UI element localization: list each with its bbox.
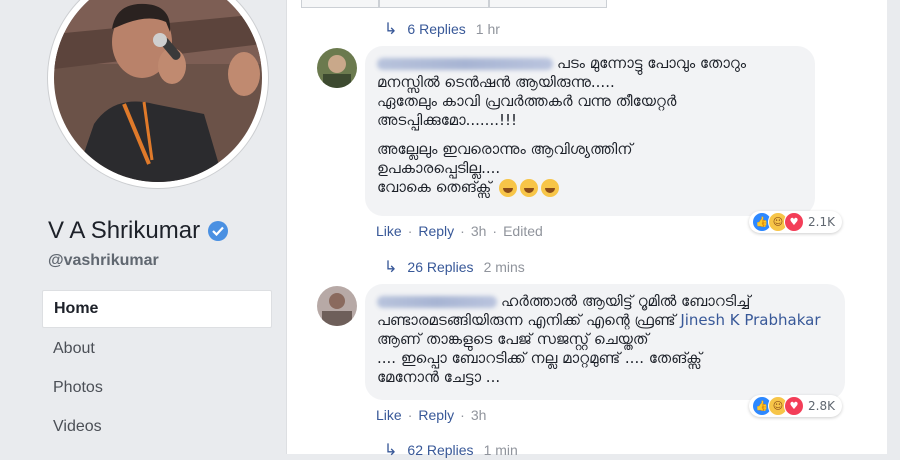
post-action-button[interactable] [379,0,489,8]
profile-handle[interactable]: @vashrikumar [48,252,159,270]
reply-button[interactable]: Reply [418,223,454,239]
reply-arrow-icon: ↳ [384,259,398,276]
comment-time[interactable]: 3h [471,407,487,423]
comment-bubble: പടം മുന്നോട്ടു പോവും തോറും മനസ്സിൽ ടെൻഷൻ… [365,46,815,216]
comment-text: ഏതേലും കാവി പ്രവർത്തകർ വന്നു തീയേറ്റർ [377,92,677,110]
replies-time: 1 min [483,442,518,458]
smile-emoji-icon [541,178,560,197]
reaction-summary[interactable]: 👍 ☺ ♥ 2.8K [749,395,842,417]
nav-item-about[interactable]: About [42,331,272,367]
comment-text: ഹർത്താൽ ആയിട്ട് റൂമിൽ ബോറടിച്ച് [501,292,751,310]
comment-text: ഉപകാരപ്പെടില്ല.... [377,159,501,177]
smile-emoji-icon [499,178,518,197]
nav-item-home[interactable]: Home [42,290,272,328]
replies-time: 1 hr [475,21,500,37]
replies-link[interactable]: ↳ 62 Replies 1 min [384,440,518,460]
reaction-count: 2.1K [808,215,835,229]
comment-text: മനസ്സിൽ ടെൻഷൻ ആയിരുന്നു..... [377,73,615,91]
commenter-avatar[interactable] [317,286,357,326]
commenter-name[interactable] [377,57,553,70]
comment-text: .... ഇപ്പൊ ബോറടിക്ക് നല്ല മാറ്റമുണ്ട് ..… [377,349,702,367]
like-button[interactable]: Like [376,407,402,423]
replies-count[interactable]: 6 Replies [407,21,465,37]
comment-text: ആണ് താങ്കളുടെ പേജ് സജസ്റ്റ് ചെയ്തത് [377,330,649,348]
post-action-button[interactable] [489,0,607,8]
commenter-avatar[interactable] [317,48,357,88]
replies-count[interactable]: 26 Replies [407,259,473,275]
comment-time[interactable]: 3h [471,223,487,239]
nav-item-photos[interactable]: Photos [42,370,272,406]
profile-photo [54,0,262,182]
comment-text: അല്ലേലും ഇവരൊന്നും ആവിശ്യത്തിന് [377,140,633,158]
comment-actions: Like · Reply · 3h [376,407,487,423]
replies-count[interactable]: 62 Replies [407,442,473,458]
post-action-button[interactable] [301,0,379,8]
profile-name-text[interactable]: V A Shrikumar [48,217,200,245]
love-reaction-icon: ♥ [784,212,804,232]
nav-item-videos[interactable]: Videos [42,409,272,445]
commenter-name[interactable] [377,295,497,308]
replies-link[interactable]: ↳ 6 Replies 1 hr [384,19,500,39]
reply-arrow-icon: ↳ [384,21,398,38]
profile-nav: Home About Photos Videos [42,290,272,448]
profile-avatar[interactable] [48,0,268,188]
comments-panel: ↳ 6 Replies 1 hr പടം മുന്നോട്ടു പോവും തോ… [286,0,887,459]
comment-text: അടപ്പിക്കുമോ.......!!! [377,111,518,129]
love-reaction-icon: ♥ [784,396,804,416]
comment-text: വോകെ തെങ്ക്സ് [377,178,492,196]
reply-button[interactable]: Reply [418,407,454,423]
edited-label[interactable]: Edited [503,223,543,239]
profile-sidebar: V A Shrikumar @vashrikumar Home About Ph… [0,0,286,454]
replies-link[interactable]: ↳ 26 Replies 2 mins [384,257,525,277]
comment-bubble: ഹർത്താൽ ആയിട്ട് റൂമിൽ ബോറടിച്ച് പണ്ടാരമട… [365,284,845,400]
reaction-count: 2.8K [808,399,835,413]
reaction-summary[interactable]: 👍 ☺ ♥ 2.1K [749,211,842,233]
smile-emoji-icon [520,178,539,197]
comment-text: പണ്ടാരമടങ്ങിയിരുന്ന എനിക്ക് എന്റെ ഫ്രണ്ട… [377,311,676,329]
mention-link[interactable]: Jinesh K Prabhakar [680,311,820,329]
replies-time: 2 mins [483,259,525,275]
comment-text: പടം മുന്നോട്ടു പോവും തോറും [557,54,747,72]
verified-badge-icon [208,221,229,241]
reply-arrow-icon: ↳ [384,442,398,459]
comment-text: മേനോൻ ചേട്ടാ ... [377,368,501,386]
profile-name[interactable]: V A Shrikumar [48,217,229,245]
comment-actions: Like · Reply · 3h · Edited [376,223,543,239]
like-button[interactable]: Like [376,223,402,239]
